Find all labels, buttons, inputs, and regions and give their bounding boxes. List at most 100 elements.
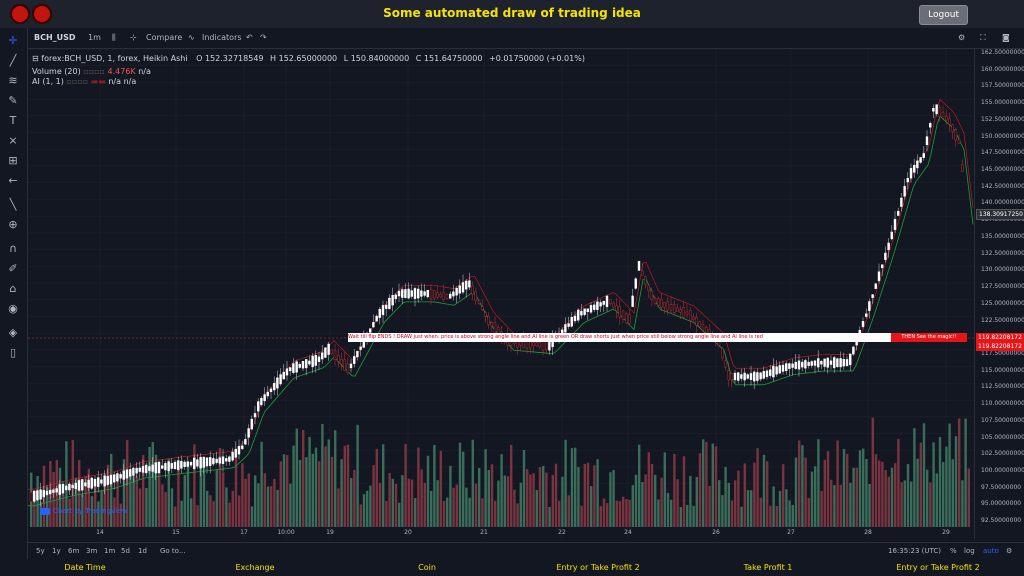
candle-body (772, 365, 775, 378)
time-tick: 24 (624, 529, 632, 536)
price-tick: 152.50000000 (981, 115, 1024, 123)
zoom-icon[interactable]: ⊕ (6, 218, 20, 232)
volume-bar (538, 467, 542, 527)
candle-body (192, 457, 196, 469)
price-tick: 92.50000000 (981, 517, 1022, 525)
candle-body (890, 231, 893, 240)
candle-body (417, 288, 420, 299)
volume-bar (551, 474, 554, 527)
volume-bar (596, 459, 599, 527)
drawing-toolbar: ✛ ╱ ≋ ✎ T ⨯ ⊞ ← ╲ ⊕ ∩ ✐ ⌂ ◉ ◈ ▯ (0, 28, 28, 576)
pattern-icon[interactable]: ⨯ (6, 134, 20, 148)
candle-body (266, 391, 270, 397)
range-5d[interactable]: 5d (121, 547, 130, 555)
undo-icon[interactable]: ↶ (246, 33, 253, 42)
candle-body (285, 368, 289, 376)
candle-body (938, 107, 941, 117)
candle-body (583, 308, 586, 315)
volume-bar (350, 477, 353, 527)
camera-icon[interactable]: ◙ (1002, 33, 1010, 42)
magnet-icon[interactable]: ∩ (6, 242, 20, 256)
volume-bar (212, 501, 215, 527)
volume-bar (324, 446, 327, 527)
candle-body (916, 160, 919, 169)
eye-icon[interactable]: ◉ (6, 302, 20, 316)
prediction-icon[interactable]: ⊞ (6, 154, 20, 168)
volume-bar (177, 465, 180, 527)
ruler-icon[interactable]: ╲ (6, 198, 20, 212)
candle-body (160, 465, 164, 469)
percent-toggle[interactable]: % (950, 547, 957, 555)
interval-button[interactable]: 1m (88, 33, 101, 42)
goto-button[interactable]: Go to... (160, 547, 186, 555)
logout-button[interactable]: Logout (919, 5, 968, 25)
layers-icon[interactable]: ◈ (6, 326, 20, 340)
volume-bar (638, 444, 641, 527)
footer-labels: Date Time Exchange Coin Entry or Take Pr… (0, 559, 1024, 576)
text-icon[interactable]: T (6, 114, 20, 128)
time-tick: 22 (558, 529, 566, 536)
candle-body (922, 153, 925, 158)
range-5y[interactable]: 5y (36, 547, 45, 555)
candle-body (311, 355, 314, 368)
volume-bar (190, 498, 193, 527)
trend-line-icon[interactable]: ╱ (6, 54, 20, 68)
back-arrow-icon[interactable]: ← (6, 174, 20, 188)
settings-icon[interactable]: ⚙ (958, 33, 965, 42)
compare-icon[interactable]: ⊹ (130, 33, 137, 42)
fib-icon[interactable]: ≋ (6, 74, 20, 88)
chart-type-icon[interactable]: ⫼ (112, 33, 116, 43)
fullscreen-icon[interactable]: ⛶ (980, 33, 986, 43)
volume-bar (583, 463, 586, 527)
candle-body (573, 315, 577, 322)
price-tick: 100.00000000 (981, 467, 1024, 474)
candle-body (106, 476, 110, 485)
symbol-button[interactable]: BCH_USD (34, 33, 76, 42)
log-toggle[interactable]: log (964, 547, 975, 555)
range-1m[interactable]: 1m (104, 547, 115, 555)
volume-bar (420, 469, 423, 527)
candle-body (343, 359, 346, 371)
candle-body (32, 490, 36, 502)
price-tick: 112.50000000 (981, 383, 1024, 391)
candle-body (545, 340, 548, 350)
volume-label[interactable]: Volume (20) (32, 67, 81, 76)
auto-toggle[interactable]: auto (983, 547, 999, 555)
candle-body (436, 292, 439, 298)
crosshair-icon[interactable]: ✛ (6, 34, 20, 48)
candle-body (465, 280, 468, 290)
candle-body (349, 363, 353, 369)
lock-icon[interactable]: ⌂ (6, 282, 20, 296)
range-6m[interactable]: 6m (68, 547, 79, 555)
brush-icon[interactable]: ✎ (6, 94, 20, 108)
candle-body (781, 364, 785, 372)
collapse-icon[interactable]: ⊟ (32, 54, 39, 63)
ai-label[interactable]: AI (1, 1) (32, 77, 64, 86)
volume-bar (298, 459, 302, 527)
volume-bar (225, 487, 228, 527)
range-1d[interactable]: 1d (138, 547, 147, 555)
indicators-icon[interactable]: ∿ (188, 33, 195, 42)
trash-icon[interactable]: ▯ (6, 346, 20, 360)
stay-drawing-icon[interactable]: ✐ (6, 262, 20, 276)
compare-button[interactable]: Compare (146, 33, 182, 42)
redo-icon[interactable]: ↷ (260, 33, 267, 42)
volume-bar (814, 466, 817, 527)
candle-body (407, 288, 410, 299)
legend-symbol[interactable]: forex:BCH_USD, 1, forex, Heikin Ashi (41, 54, 187, 63)
price-chart[interactable] (28, 49, 974, 539)
tradingview-watermark[interactable]: Chart by TradingView (40, 507, 128, 515)
volume-bar (593, 465, 596, 527)
candle-body (666, 301, 669, 311)
candle-body (81, 479, 84, 491)
bottom-controls: 5y 1y 6m 3m 1m 5d 1d Go to... 16:35:23 (… (28, 542, 1024, 559)
indicators-button[interactable]: Indicators (202, 33, 242, 42)
candle-body (468, 280, 471, 288)
candle-body (170, 463, 174, 469)
price-tick: 160.00000000 (981, 65, 1024, 73)
price-axis[interactable]: 162.50000000 160.00000000 157.50000000 155.… (974, 49, 1024, 539)
range-3m[interactable]: 3m (86, 547, 97, 555)
range-1y[interactable]: 1y (52, 547, 61, 555)
volume-bar (292, 445, 295, 527)
chart-settings-icon[interactable]: ⚙ (1006, 547, 1012, 555)
